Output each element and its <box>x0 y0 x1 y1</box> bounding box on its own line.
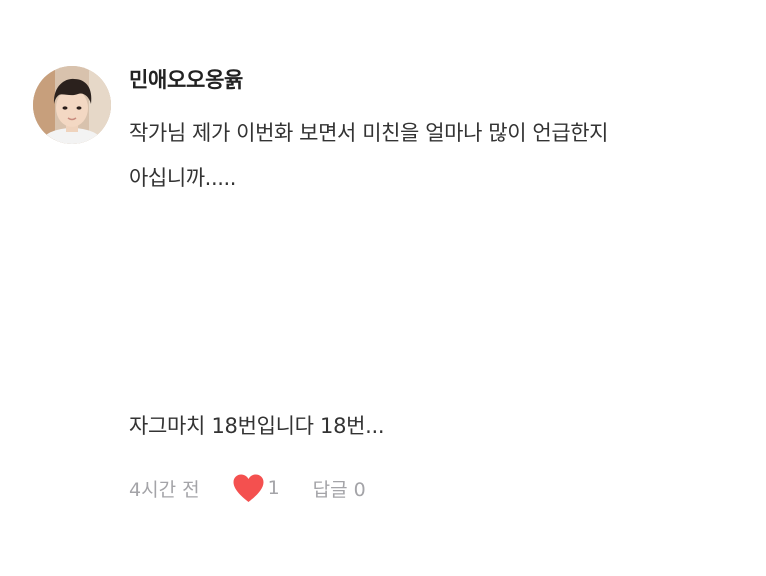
like-count: 1 <box>267 477 280 499</box>
author-name[interactable]: 민애오오옹윩 <box>129 64 243 94</box>
comment-body-line: 아십니까..... <box>129 166 237 190</box>
heart-icon[interactable] <box>232 473 265 503</box>
comment-extra-text: 자그마치 18번입니다 18번... <box>129 414 385 438</box>
reply-button[interactable]: 답글 0 <box>313 475 366 502</box>
comment-item: 민애오오옹윩 작가님 제가 이번화 보면서 미친을 얼마나 많이 언급한지 아십… <box>0 0 766 576</box>
comment-body-line: 작가님 제가 이번화 보면서 미친을 얼마나 많이 언급한지 <box>129 121 609 145</box>
comment-body: 작가님 제가 이번화 보면서 미친을 얼마나 많이 언급한지 아십니까..... <box>129 111 729 201</box>
avatar-image <box>33 66 111 144</box>
like-button[interactable]: 1 <box>232 473 280 503</box>
avatar[interactable] <box>33 66 111 144</box>
timestamp: 4시간 전 <box>129 478 200 501</box>
comment-meta: 4시간 전 1 답글 0 <box>129 471 366 505</box>
